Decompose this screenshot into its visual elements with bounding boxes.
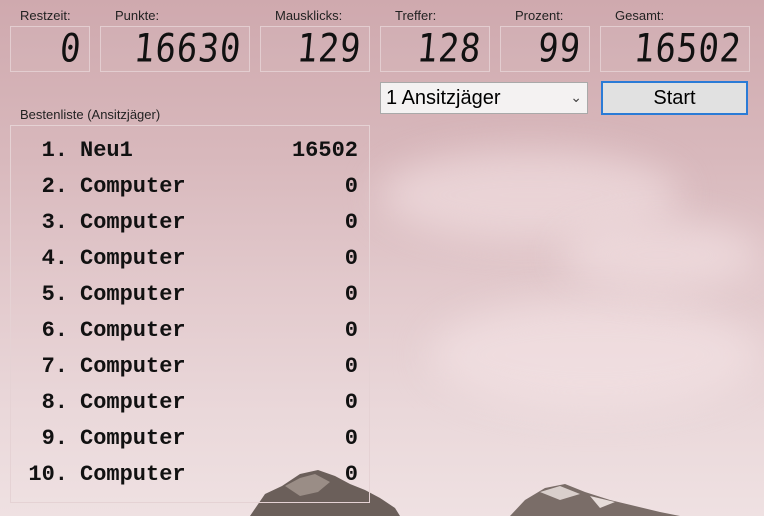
treffer-display: 128 (380, 26, 490, 72)
chevron-down-icon[interactable]: ⌄ (570, 89, 582, 106)
gesamt-value: 16502 (631, 26, 744, 72)
treffer-value: 128 (414, 26, 484, 72)
highscore-name: Computer (80, 246, 186, 271)
prozent-value: 99 (535, 26, 584, 72)
highscore-row: 7. Computer 0 (10, 354, 360, 390)
stat-label-treffer: Treffer: (395, 8, 437, 23)
highscore-rank: 5. (41, 282, 68, 307)
highscore-name: Computer (80, 210, 186, 235)
highscore-row: 5. Computer 0 (10, 282, 360, 318)
highscore-title: Bestenliste (Ansitzjäger) (20, 107, 161, 122)
punkte-display: 16630 (100, 26, 250, 72)
highscore-row: 9. Computer 0 (10, 426, 360, 462)
highscore-rank: 8. (41, 390, 68, 415)
highscore-row: 2. Computer 0 (10, 174, 360, 210)
start-button[interactable]: Start (601, 81, 748, 115)
mode-select-value: 1 Ansitzjäger (386, 86, 501, 109)
stat-label-restzeit: Restzeit: (20, 8, 71, 23)
highscore-score: 0 (344, 426, 358, 451)
highscore-name: Computer (80, 462, 186, 487)
highscore-score: 0 (344, 174, 358, 199)
mausklicks-value: 129 (294, 26, 364, 72)
highscore-name: Neu1 (80, 138, 133, 163)
highscore-score: 16502 (291, 138, 358, 163)
highscore-row: 1. Neu1 16502 (10, 138, 360, 174)
prozent-display: 99 (500, 26, 590, 72)
highscore-row: 4. Computer 0 (10, 246, 360, 282)
highscore-name: Computer (80, 174, 186, 199)
highscore-row: 3. Computer 0 (10, 210, 360, 246)
stat-label-punkte: Punkte: (115, 8, 160, 23)
highscore-row: 8. Computer 0 (10, 390, 360, 426)
highscore-rank: 3. (41, 210, 68, 235)
gesamt-display: 16502 (600, 26, 750, 72)
highscore-rank: 9. (41, 426, 68, 451)
stat-label-prozent: Prozent: (515, 8, 564, 23)
stat-label-mausklicks: Mausklicks: (275, 8, 343, 23)
restzeit-value: 0 (57, 26, 84, 72)
mausklicks-display: 129 (260, 26, 370, 72)
punkte-value: 16630 (131, 26, 244, 72)
highscore-name: Computer (80, 426, 186, 451)
background-cloud (430, 300, 760, 410)
highscore-row: 10. Computer 0 (10, 462, 360, 498)
highscore-rank: 7. (41, 354, 68, 379)
highscore-rank: 6. (41, 318, 68, 343)
highscore-score: 0 (344, 462, 358, 487)
highscore-row: 6. Computer 0 (10, 318, 360, 354)
highscore-rank: 4. (41, 246, 68, 271)
highscore-rank: 1. (41, 138, 68, 163)
highscore-score: 0 (344, 282, 358, 307)
highscore-score: 0 (344, 210, 358, 235)
highscore-name: Computer (80, 318, 186, 343)
mode-select[interactable]: 1 Ansitzjäger ⌄ (380, 82, 588, 114)
highscore-name: Computer (80, 354, 186, 379)
highscore-score: 0 (344, 318, 358, 343)
restzeit-display: 0 (10, 26, 90, 72)
highscore-name: Computer (80, 282, 186, 307)
highscore-score: 0 (344, 246, 358, 271)
highscore-rank: 2. (41, 174, 68, 199)
background-cloud (560, 220, 760, 290)
stat-label-gesamt: Gesamt: (615, 8, 665, 23)
highscore-name: Computer (80, 390, 186, 415)
highscore-rank: 10. (28, 462, 68, 487)
highscore-score: 0 (344, 354, 358, 379)
highscore-score: 0 (344, 390, 358, 415)
